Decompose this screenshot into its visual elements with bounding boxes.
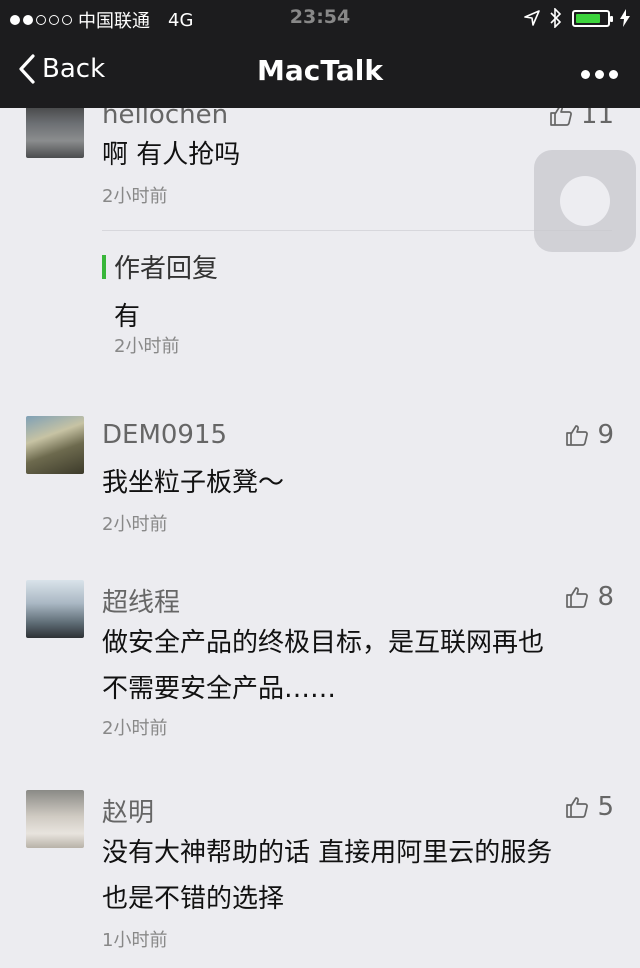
like-count: 5 — [597, 792, 614, 822]
comment-time: 2小时前 — [102, 718, 168, 739]
comment-item: 赵明 5 没有大神帮助的话 直接用阿里云的服务 也是不错的选择 1小时前 — [0, 788, 640, 968]
comment-username[interactable]: hellochen — [102, 108, 228, 130]
comment-text-line: 不需要安全产品…… — [102, 674, 337, 704]
more-dot-icon — [581, 70, 590, 79]
comment-time: 1小时前 — [102, 930, 168, 951]
more-dot-icon — [595, 70, 604, 79]
like-button[interactable]: 5 — [565, 792, 614, 822]
avatar[interactable] — [26, 108, 84, 158]
avatar[interactable] — [26, 416, 84, 474]
avatar[interactable] — [26, 580, 84, 638]
charging-bolt-icon — [620, 9, 630, 27]
more-options-button[interactable] — [581, 70, 618, 79]
comment-text-line: 也是不错的选择 — [102, 884, 285, 914]
comment-time: 2小时前 — [102, 186, 168, 207]
battery-icon — [572, 9, 613, 27]
status-right — [524, 8, 630, 28]
thumbs-up-icon — [566, 425, 589, 446]
comment-item: DEM0915 9 我坐粒子板凳～ 2小时前 — [0, 414, 640, 544]
assistive-touch-icon — [560, 176, 610, 226]
comment-text-line: 做安全产品的终极目标，是互联网再也 — [102, 628, 545, 658]
author-reply-title: 作者回复 — [114, 254, 219, 284]
avatar[interactable] — [26, 790, 84, 848]
comment-text: 我坐粒子板凳～ — [102, 468, 285, 498]
comment-time: 2小时前 — [102, 514, 168, 535]
status-bar: 中国联通 4G 23:54 — [0, 0, 640, 36]
author-reply-label: 作者回复 — [102, 248, 218, 285]
author-reply-text: 有 — [114, 302, 141, 332]
navigation-bar: Back MacTalk — [0, 36, 640, 108]
like-button[interactable]: 8 — [565, 582, 614, 612]
reply-marker — [102, 254, 106, 279]
thumbs-up-icon — [566, 587, 589, 608]
comment-text-line: 没有大神帮助的话 直接用阿里云的服务 — [102, 838, 553, 868]
comment-username[interactable]: 赵明 — [102, 792, 154, 829]
page-title: MacTalk — [257, 54, 383, 87]
more-dot-icon — [609, 70, 618, 79]
like-count: 11 — [580, 108, 614, 130]
comment-item: 超线程 8 做安全产品的终极目标，是互联网再也 不需要安全产品…… 2小时前 — [0, 580, 640, 750]
like-count: 8 — [597, 582, 614, 612]
comment-username[interactable]: 超线程 — [102, 582, 180, 619]
like-button[interactable]: 9 — [565, 420, 614, 450]
like-button[interactable]: 11 — [549, 108, 614, 130]
thumbs-up-icon — [566, 797, 589, 818]
top-bar: 中国联通 4G 23:54 Back MacTalk — [0, 0, 640, 108]
location-arrow-icon — [524, 10, 540, 26]
bluetooth-icon — [550, 8, 562, 28]
thumbs-up-icon — [550, 108, 572, 126]
comment-list[interactable]: hellochen 11 啊 有人抢吗 2小时前 作者回复 有 2小时前 DEM… — [0, 108, 640, 968]
assistive-touch-button[interactable] — [534, 150, 636, 252]
like-count: 9 — [597, 420, 614, 450]
author-reply-time: 2小时前 — [114, 336, 180, 357]
comment-username[interactable]: DEM0915 — [102, 420, 227, 450]
